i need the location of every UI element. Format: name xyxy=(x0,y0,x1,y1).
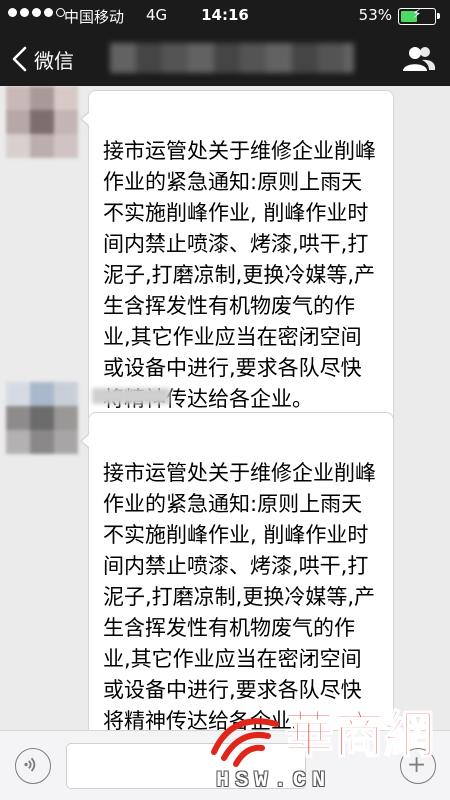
status-bar: 中国移动 4G 14:16 53% ⚡ xyxy=(0,0,450,32)
battery-icon: ⚡ xyxy=(398,7,440,25)
contacts-icon[interactable] xyxy=(402,44,436,74)
back-label: 微信 xyxy=(34,48,74,73)
message-bubble[interactable]: 接市运管处关于维修企业削峰作业的紧急通知:原则上雨天不实施削峰作业, 削峰作业时… xyxy=(80,90,394,428)
chat-area[interactable]: 接市运管处关于维修企业削峰作业的紧急通知:原则上雨天不实施削峰作业, 削峰作业时… xyxy=(0,86,450,730)
avatar[interactable] xyxy=(6,86,78,158)
chat-title-pixelated xyxy=(110,43,354,73)
message-bubble[interactable]: 接市运管处关于维修企业削峰作业的紧急通知:原则上雨天不实施削峰作业, 削峰作业时… xyxy=(80,412,394,730)
back-button[interactable]: 微信 xyxy=(10,42,74,76)
watermark-url: HSW.CN xyxy=(216,768,332,793)
hsw-logo: 華商網 xyxy=(211,704,435,767)
message-text: 接市运管处关于维修企业削峰作业的紧急通知:原则上雨天不实施削峰作业, 削峰作业时… xyxy=(103,139,376,411)
charging-bolt-icon: ⚡ xyxy=(412,7,422,22)
avatar[interactable] xyxy=(6,382,78,454)
watermark: 華商網 HSW.CN xyxy=(206,690,446,800)
nav-bar: 微信 xyxy=(0,32,450,86)
top-bar: 中国移动 4G 14:16 53% ⚡ 微信 xyxy=(0,0,450,86)
logo-text: 華商網 xyxy=(284,705,434,764)
battery-percent: 53% xyxy=(358,6,392,24)
voice-button[interactable] xyxy=(15,748,51,784)
sender-name-pixelated xyxy=(92,388,170,404)
chevron-left-icon xyxy=(12,46,27,72)
voice-icon xyxy=(24,757,36,772)
